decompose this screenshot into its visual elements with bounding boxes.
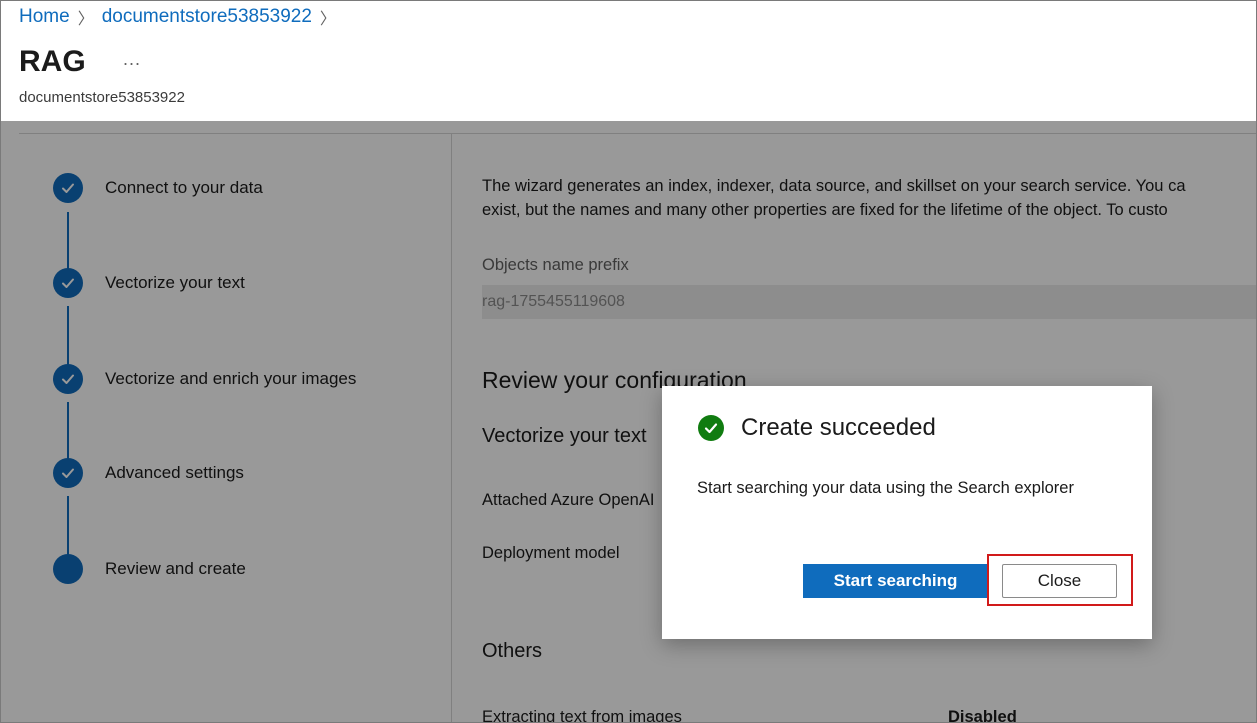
breadcrumb-chevron-icon: 〉 [319,11,336,28]
page-subtitle: documentstore53853922 [19,89,185,106]
app-frame: Home 〉 documentstore53853922 〉 RAG ... d… [0,0,1257,723]
page-header: Home 〉 documentstore53853922 〉 RAG ... d… [1,1,1256,121]
breadcrumb-home-link[interactable]: Home [19,6,70,28]
more-options-icon[interactable]: ... [123,49,141,70]
breadcrumb: Home 〉 documentstore53853922 〉 [19,5,336,29]
close-button[interactable]: Close [1002,564,1117,598]
page-title: RAG [19,45,86,78]
dialog-message: Start searching your data using the Sear… [697,479,1074,497]
breadcrumb-store-link[interactable]: documentstore53853922 [102,6,312,28]
dialog-header: Create succeeded [698,414,936,442]
success-dialog: Create succeeded Start searching your da… [662,386,1152,639]
start-searching-button[interactable]: Start searching [803,564,988,598]
breadcrumb-chevron-icon: 〉 [77,11,94,28]
success-check-icon [698,415,724,441]
dialog-title: Create succeeded [741,414,936,441]
